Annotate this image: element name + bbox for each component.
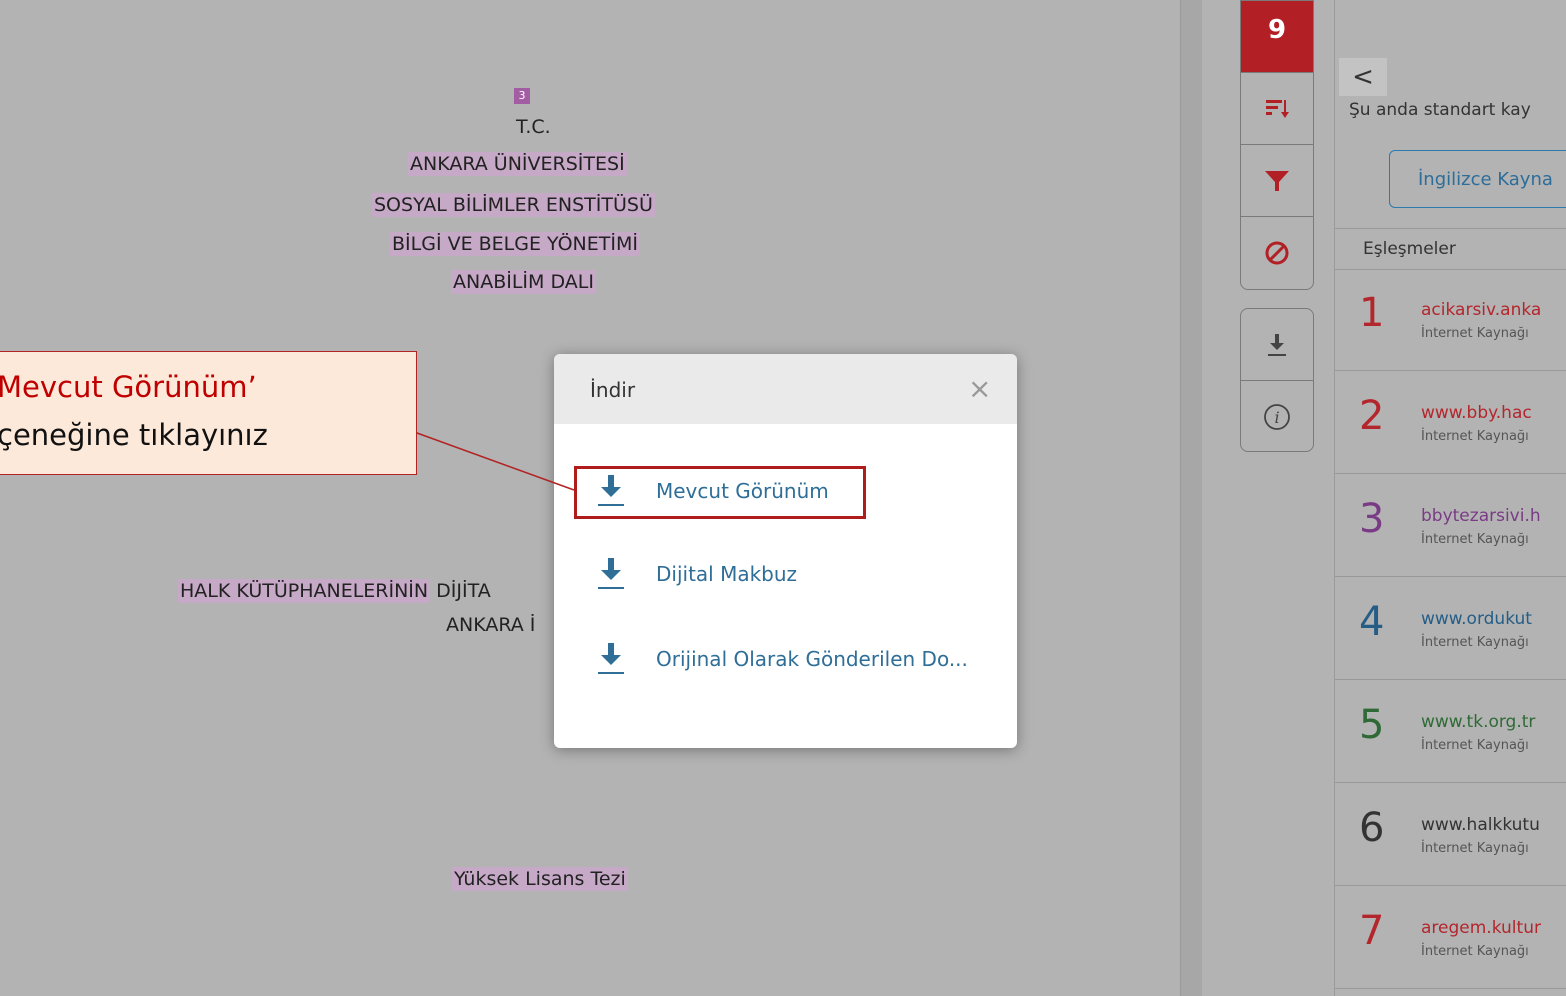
- back-button[interactable]: <: [1339, 58, 1387, 96]
- doc-thesis-title-line2: ANKARA İ: [446, 614, 536, 636]
- doc-line-institute: SOSYAL BİLİMLER ENSTİTÜSÜ: [372, 193, 655, 217]
- callout-line-2: çeneğine tıklayınız: [0, 418, 268, 452]
- match-item[interactable]: 1 acikarsiv.anka İnternet Kaynağı: [1335, 268, 1566, 371]
- doc-line-field: ANABİLİM DALI: [451, 270, 596, 294]
- svg-text:i: i: [1274, 408, 1279, 427]
- match-item[interactable]: 4 www.ordukut İnternet Kaynağı: [1335, 577, 1566, 680]
- filter-icon[interactable]: [1241, 145, 1313, 217]
- download-original-option[interactable]: Orijinal Olarak Gönderilen Do...: [584, 634, 1004, 684]
- toolbar-tools-group: i: [1240, 308, 1314, 452]
- match-count-badge[interactable]: 9: [1241, 1, 1313, 73]
- match-item[interactable]: 7 aregem.kultur İnternet Kaynağı: [1335, 886, 1566, 989]
- doc-degree: Yüksek Lisans Tezi: [452, 867, 628, 891]
- download-icon: [598, 643, 624, 674]
- info-icon[interactable]: i: [1241, 381, 1313, 451]
- download-icon[interactable]: [1241, 309, 1313, 381]
- page-number-marker: 3: [514, 88, 530, 104]
- match-item[interactable]: 2 www.bby.hac İnternet Kaynağı: [1335, 371, 1566, 474]
- callout-line-1: Mevcut Görünüm’: [0, 370, 257, 404]
- toolbar-match-group: 9: [1240, 0, 1314, 290]
- close-icon[interactable]: ×: [968, 372, 991, 405]
- doc-line-university: ANKARA ÜNİVERSİTESİ: [408, 152, 627, 176]
- dialog-header: İndir ×: [554, 354, 1017, 424]
- download-icon: [598, 558, 624, 589]
- match-overview-panel: < Şu anda standart kay İngilizce Kayna E…: [1334, 0, 1566, 996]
- highlight-box: [574, 466, 866, 519]
- match-item[interactable]: 5 www.tk.org.tr İnternet Kaynağı: [1335, 680, 1566, 783]
- exclude-icon[interactable]: [1241, 217, 1313, 289]
- doc-line-tc: T.C.: [516, 116, 551, 138]
- side-toolbar: 9 i: [1202, 0, 1334, 996]
- doc-line-department: BİLGİ VE BELGE YÖNETİMİ: [390, 232, 640, 256]
- match-item[interactable]: 6 www.halkkutu İnternet Kaynağı: [1335, 783, 1566, 886]
- standard-source-text: Şu anda standart kay: [1349, 100, 1531, 120]
- english-sources-button[interactable]: İngilizce Kayna: [1389, 150, 1566, 208]
- dialog-title: İndir: [590, 378, 636, 402]
- download-dialog: İndir × Mevcut Görünüm Dijital Makbuz Or…: [554, 354, 1017, 748]
- download-digital-receipt-option[interactable]: Dijital Makbuz: [584, 549, 1004, 599]
- matches-header: Eşleşmeler: [1335, 228, 1566, 270]
- match-item[interactable]: 3 bbytezarsivi.h İnternet Kaynağı: [1335, 474, 1566, 577]
- sort-icon[interactable]: [1241, 73, 1313, 145]
- annotation-callout: Mevcut Görünüm’ çeneğine tıklayınız: [0, 351, 417, 475]
- panel-divider[interactable]: [1180, 0, 1204, 996]
- doc-thesis-title: HALK KÜTÜPHANELERİNİN DİJİTA: [178, 579, 491, 603]
